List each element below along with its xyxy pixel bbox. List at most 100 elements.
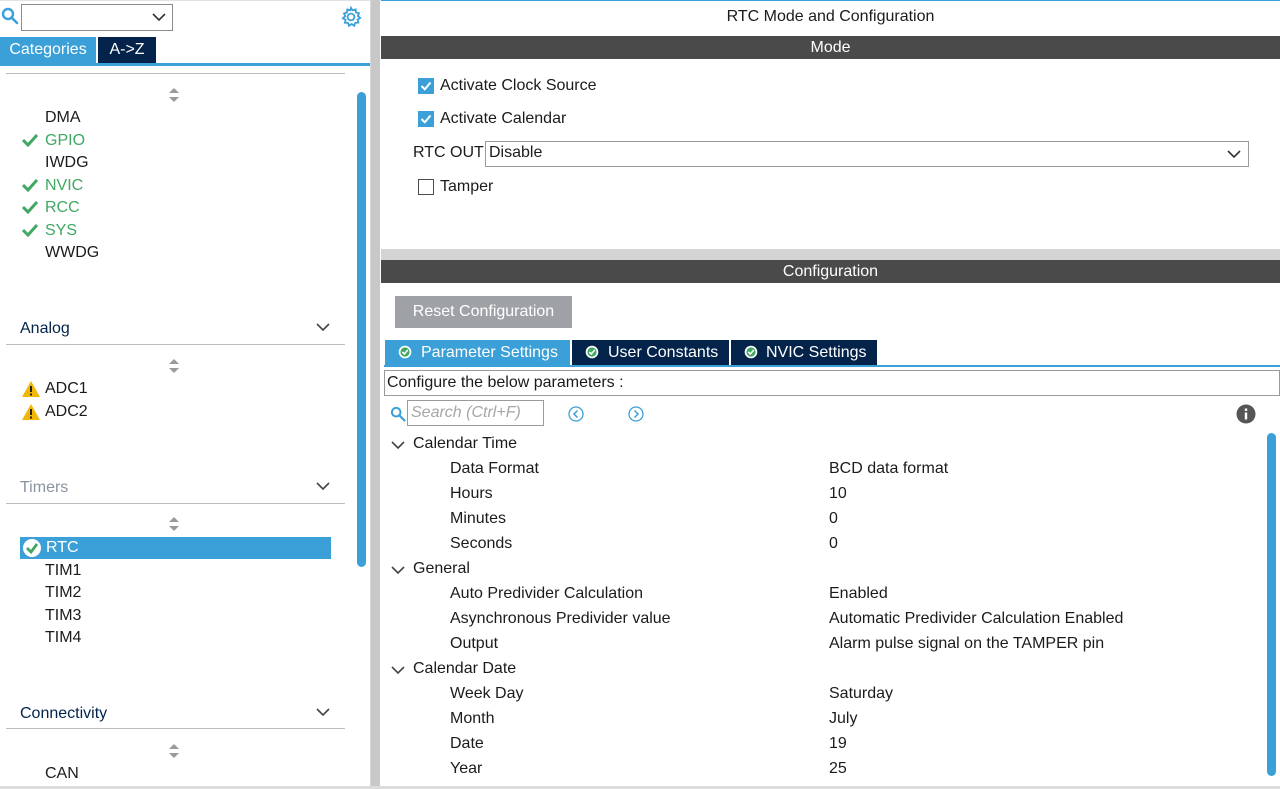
sort-icon[interactable]: [169, 744, 179, 758]
section-splitter[interactable]: [381, 249, 1280, 260]
param-name[interactable]: Week Day: [450, 685, 524, 703]
search-icon[interactable]: [1, 7, 19, 25]
sidebar-item-tim1[interactable]: TIM1: [45, 561, 81, 581]
right-top-border: [381, 0, 1280, 1]
tab-label: User Constants: [608, 344, 719, 361]
param-name[interactable]: Seconds: [450, 535, 512, 553]
tamper-checkbox[interactable]: [418, 179, 434, 195]
param-value[interactable]: 10: [829, 485, 847, 503]
mode-header: Mode: [381, 36, 1280, 59]
activate-clock-source-checkbox[interactable]: [418, 78, 434, 94]
chevron-down-icon[interactable]: [316, 707, 330, 717]
tab-underline: [0, 63, 370, 66]
param-value[interactable]: 0: [829, 535, 838, 553]
sidebar-item-tim3[interactable]: TIM3: [45, 606, 81, 626]
group-calendar-date[interactable]: Calendar Date: [413, 660, 516, 678]
panel-splitter[interactable]: [371, 0, 380, 789]
tab-categories[interactable]: Categories: [0, 37, 96, 63]
check-circle-icon: [744, 345, 758, 359]
sidebar-item-dma[interactable]: DMA: [45, 108, 81, 128]
tab-user-constants[interactable]: User Constants: [572, 340, 729, 365]
chevron-down-icon[interactable]: [316, 322, 330, 332]
chevron-down-icon[interactable]: [391, 665, 405, 675]
check-icon: [22, 178, 38, 192]
parameter-scrollbar[interactable]: [1267, 433, 1276, 776]
sidebar-item-adc1[interactable]: ADC1: [45, 379, 88, 399]
sidebar-item-rcc[interactable]: RCC: [45, 198, 80, 218]
sidebar-item-can[interactable]: CAN: [45, 764, 79, 784]
param-value[interactable]: 19: [829, 735, 847, 753]
divider: [6, 344, 345, 345]
param-name[interactable]: Output: [450, 635, 498, 653]
chevron-down-icon[interactable]: [316, 481, 330, 491]
configure-hint-box: Configure the below parameters :: [384, 370, 1280, 396]
sort-icon[interactable]: [169, 517, 179, 531]
check-circle-icon: [398, 345, 412, 359]
configure-hint: Configure the below parameters :: [387, 374, 624, 391]
param-name[interactable]: Year: [450, 760, 482, 778]
page-title: RTC Mode and Configuration: [726, 8, 935, 25]
section-timers-title[interactable]: Timers: [20, 479, 68, 497]
sidebar-item-label: RTC: [46, 539, 79, 556]
sidebar-item-rtc[interactable]: RTC: [20, 537, 331, 559]
param-name[interactable]: Data Format: [450, 460, 539, 478]
param-value[interactable]: Saturday: [829, 685, 893, 703]
sidebar-item-wwdg[interactable]: WWDG: [45, 243, 99, 263]
activate-calendar-checkbox[interactable]: [418, 111, 434, 127]
search-icon[interactable]: [390, 406, 406, 422]
param-name[interactable]: Month: [450, 710, 494, 728]
param-value[interactable]: July: [829, 710, 857, 728]
param-name[interactable]: Asynchronous Predivider value: [450, 610, 671, 628]
tab-a-to-z[interactable]: A->Z: [98, 37, 156, 63]
tab-label: NVIC Settings: [766, 344, 867, 361]
activate-clock-source-label[interactable]: Activate Clock Source: [440, 77, 597, 95]
next-result-icon[interactable]: [628, 406, 644, 422]
param-name[interactable]: Hours: [450, 485, 493, 503]
section-connectivity-title[interactable]: Connectivity: [20, 705, 107, 723]
sidebar-item-nvic[interactable]: NVIC: [45, 176, 83, 196]
sidebar-item-tim2[interactable]: TIM2: [45, 583, 81, 603]
chevron-down-icon[interactable]: [1227, 149, 1241, 159]
sort-icon[interactable]: [169, 359, 179, 373]
sidebar-item-adc2[interactable]: ADC2: [45, 402, 88, 422]
group-calendar-time[interactable]: Calendar Time: [413, 435, 517, 453]
reset-configuration-button[interactable]: Reset Configuration: [395, 296, 572, 328]
gear-icon[interactable]: [340, 6, 362, 28]
section-analog-title[interactable]: Analog: [20, 320, 70, 338]
divider: [6, 728, 345, 729]
sidebar-item-gpio[interactable]: GPIO: [45, 131, 85, 151]
sidebar-item-tim4[interactable]: TIM4: [45, 628, 81, 648]
sort-icon[interactable]: [169, 88, 179, 102]
rtc-out-select[interactable]: Disable: [485, 141, 1249, 167]
tamper-label[interactable]: Tamper: [440, 178, 493, 196]
rtc-out-label: RTC OUT: [413, 144, 484, 161]
param-value[interactable]: BCD data format: [829, 460, 948, 478]
sidebar-item-iwdg[interactable]: IWDG: [45, 153, 89, 173]
param-name[interactable]: Auto Predivider Calculation: [450, 585, 643, 603]
sidebar-scrollbar[interactable]: [357, 92, 366, 567]
check-circle-icon: [585, 345, 599, 359]
parameter-search-input[interactable]: [407, 400, 544, 426]
param-value[interactable]: Alarm pulse signal on the TAMPER pin: [829, 635, 1104, 653]
previous-result-icon[interactable]: [568, 406, 584, 422]
configuration-header: Configuration: [381, 260, 1280, 283]
warning-icon: [22, 404, 40, 420]
chevron-down-icon[interactable]: [391, 440, 405, 450]
chevron-down-icon[interactable]: [152, 11, 166, 23]
info-icon[interactable]: [1236, 404, 1256, 424]
chevron-down-icon[interactable]: [391, 565, 405, 575]
param-value[interactable]: Automatic Predivider Calculation Enabled: [829, 610, 1123, 628]
tab-underline: [384, 365, 1280, 367]
param-value[interactable]: Enabled: [829, 585, 888, 603]
activate-calendar-label[interactable]: Activate Calendar: [440, 110, 566, 128]
divider: [6, 73, 345, 74]
peripheral-search-combo[interactable]: [21, 4, 173, 31]
tab-parameter-settings[interactable]: Parameter Settings: [385, 340, 570, 365]
sidebar-item-sys[interactable]: SYS: [45, 221, 77, 241]
param-name[interactable]: Date: [450, 735, 484, 753]
param-value[interactable]: 0: [829, 510, 838, 528]
tab-nvic-settings[interactable]: NVIC Settings: [731, 340, 877, 365]
param-value[interactable]: 25: [829, 760, 847, 778]
param-name[interactable]: Minutes: [450, 510, 506, 528]
group-general[interactable]: General: [413, 560, 470, 578]
